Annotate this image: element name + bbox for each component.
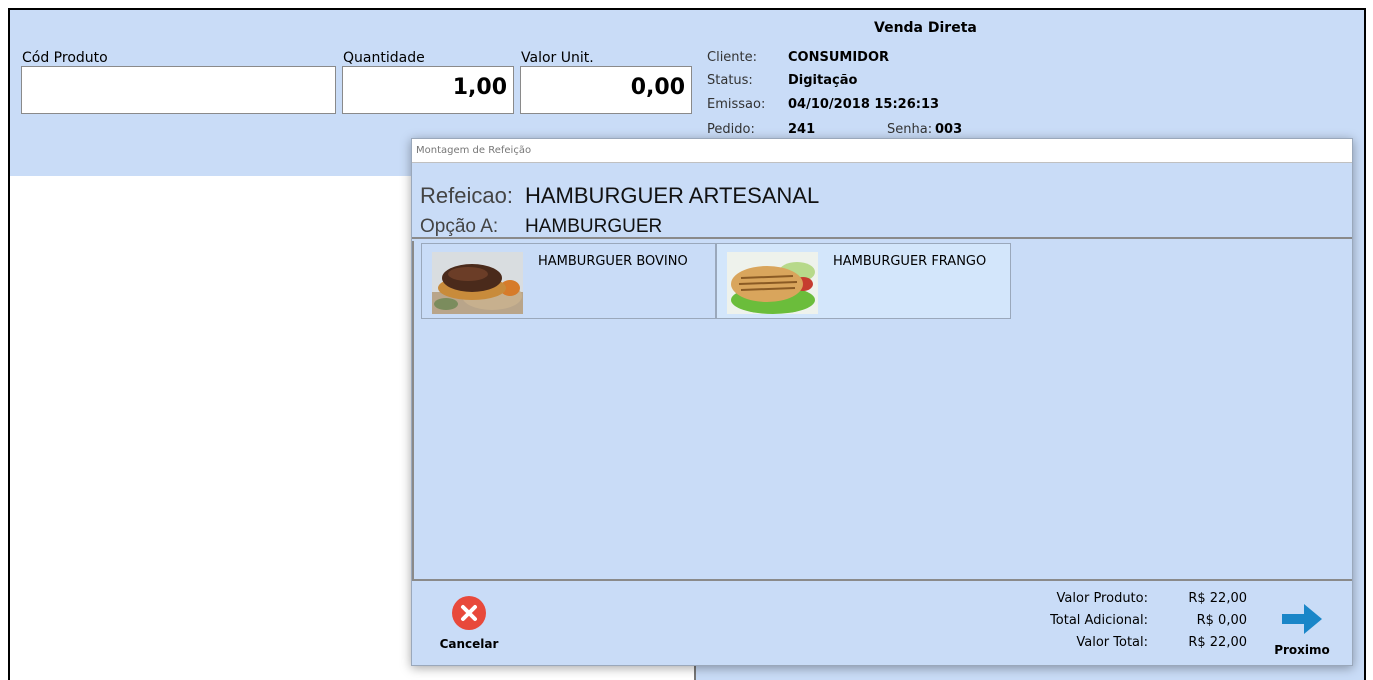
option-hamburguer-bovino[interactable]: HAMBURGUER BOVINO <box>421 243 716 319</box>
next-button[interactable]: Proximo <box>1270 601 1334 657</box>
opcao-label: Opção A: <box>420 216 499 237</box>
cliente-label: Cliente: <box>707 50 758 65</box>
status-label: Status: <box>707 73 753 88</box>
cod-produto-label: Cód Produto <box>22 50 108 66</box>
senha-value: 003 <box>935 122 963 137</box>
option-name: HAMBURGUER FRANGO <box>833 254 987 269</box>
emissao-value: 04/10/2018 15:26:13 <box>788 97 940 112</box>
cod-produto-input[interactable] <box>21 66 336 114</box>
valor-total-value: R$ 22,00 <box>1188 635 1247 650</box>
option-name: HAMBURGUER BOVINO <box>538 254 688 269</box>
dialog-footer: Cancelar Valor Produto: R$ 22,00 Total A… <box>412 579 1352 665</box>
total-adicional-label: Total Adicional: <box>1050 613 1148 628</box>
dialog-title: Montagem de Refeição <box>412 139 1352 163</box>
opcao-value: HAMBURGUER <box>525 216 663 237</box>
valor-produto-value: R$ 22,00 <box>1188 591 1247 606</box>
cliente-value: CONSUMIDOR <box>788 50 890 65</box>
quantidade-input[interactable]: 1,00 <box>342 66 514 114</box>
pedido-value: 241 <box>788 122 816 137</box>
valor-produto-label: Valor Produto: <box>1056 591 1148 606</box>
cancel-label: Cancelar <box>439 637 499 651</box>
close-icon <box>452 596 486 630</box>
chicken-burger-image <box>727 252 818 314</box>
beef-burger-image <box>432 252 523 314</box>
status-value: Digitação <box>788 73 858 88</box>
valor-unit-label: Valor Unit. <box>521 50 594 66</box>
valor-total-label: Valor Total: <box>1076 635 1148 650</box>
option-hamburguer-frango[interactable]: HAMBURGUER FRANGO <box>716 243 1011 319</box>
cancel-button[interactable]: Cancelar <box>436 595 502 651</box>
valor-unit-input[interactable]: 0,00 <box>520 66 692 114</box>
next-label: Proximo <box>1274 643 1330 657</box>
arrow-right-icon <box>1282 604 1322 634</box>
refeicao-label: Refeicao: <box>420 183 513 208</box>
dialog-header: Refeicao: HAMBURGUER ARTESANAL Opção A: … <box>412 163 1352 239</box>
quantidade-value: 1,00 <box>452 75 507 100</box>
total-adicional-value: R$ 0,00 <box>1196 613 1247 628</box>
senha-label: Senha: <box>887 122 933 137</box>
valor-unit-value: 0,00 <box>630 75 685 100</box>
pedido-label: Pedido: <box>707 122 755 137</box>
quantidade-label: Quantidade <box>343 50 425 66</box>
emissao-label: Emissao: <box>707 97 766 112</box>
meal-assembly-dialog: Montagem de Refeição Refeicao: HAMBURGUE… <box>411 138 1353 666</box>
refeicao-value: HAMBURGUER ARTESANAL <box>525 183 820 208</box>
options-grid: HAMBURGUER BOVINO HAMBURGUER FRANGO <box>412 241 1352 579</box>
page-title: Venda Direta <box>874 20 977 36</box>
